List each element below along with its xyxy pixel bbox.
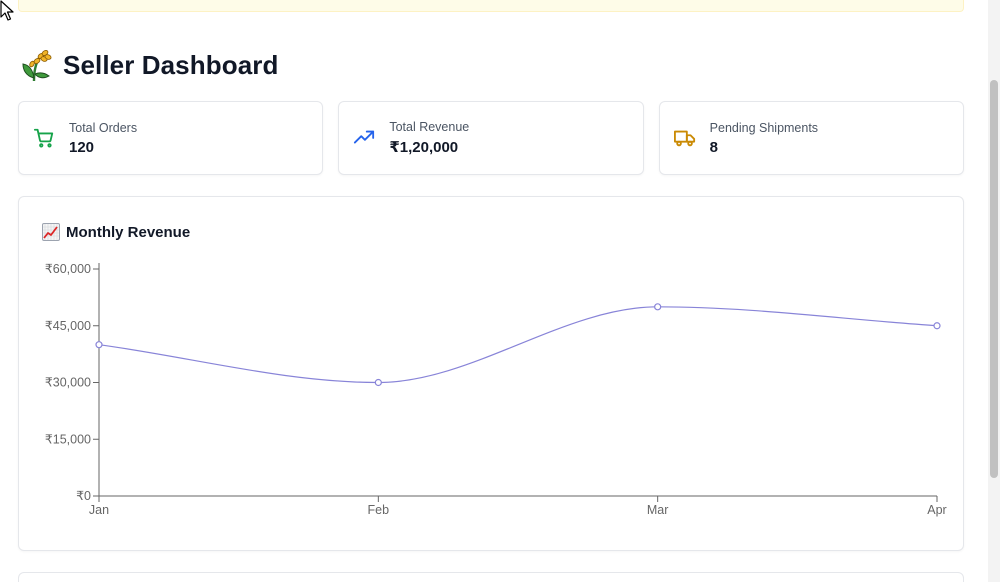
revenue-series-line	[98, 306, 938, 384]
stat-card-total-revenue: Total Revenue ₹1,20,000	[338, 101, 644, 175]
x-tick-label: Feb	[368, 503, 390, 517]
data-point	[95, 341, 103, 349]
data-point	[933, 322, 941, 330]
cart-icon	[33, 127, 55, 149]
scrollbar-thumb[interactable]	[990, 80, 998, 478]
stat-label: Pending Shipments	[709, 120, 819, 135]
stat-value: 8	[709, 138, 718, 156]
stat-card-total-orders: Total Orders 120	[18, 101, 324, 175]
y-tick-label: ₹0	[76, 489, 91, 503]
data-point	[374, 378, 382, 387]
y-tick-label: ₹60,000	[45, 262, 91, 276]
notice-banner	[18, 0, 964, 12]
page-scrollbar[interactable]	[988, 0, 1000, 582]
stat-label: Total Revenue	[389, 120, 470, 134]
truck-icon	[673, 127, 696, 149]
stats-row: Total Orders 120 Total Revenue ₹1,20,000…	[18, 101, 964, 175]
next-section-card	[18, 572, 964, 582]
x-tick-label: Mar	[647, 503, 669, 517]
x-tick-label: Apr	[927, 503, 946, 517]
mouse-cursor-icon	[0, 0, 14, 21]
x-tick-label: Jan	[89, 503, 109, 517]
monthly-revenue-card: Monthly Revenue ₹0 ₹15,000 ₹30,000 ₹45,000 ₹…	[18, 196, 964, 551]
revenue-line-chart: ₹0 ₹15,000 ₹30,000 ₹45,000 ₹60,000 Jan Feb Mar A…	[45, 262, 947, 517]
stat-value: 120	[69, 138, 95, 156]
stat-card-pending-shipments: Pending Shipments 8	[658, 101, 964, 175]
data-point	[654, 303, 662, 311]
y-tick-label: ₹15,000	[45, 432, 91, 446]
stat-label: Total Orders	[69, 120, 138, 135]
wheat-sprout-icon	[22, 50, 52, 82]
y-tick-label: ₹45,000	[45, 319, 91, 333]
trend-up-icon	[353, 127, 375, 149]
page-title: Seller Dashboard	[63, 49, 279, 80]
stat-value: ₹1,20,000	[389, 139, 459, 156]
y-tick-label: ₹30,000	[45, 376, 91, 390]
page-header: Seller Dashboard	[20, 47, 278, 83]
